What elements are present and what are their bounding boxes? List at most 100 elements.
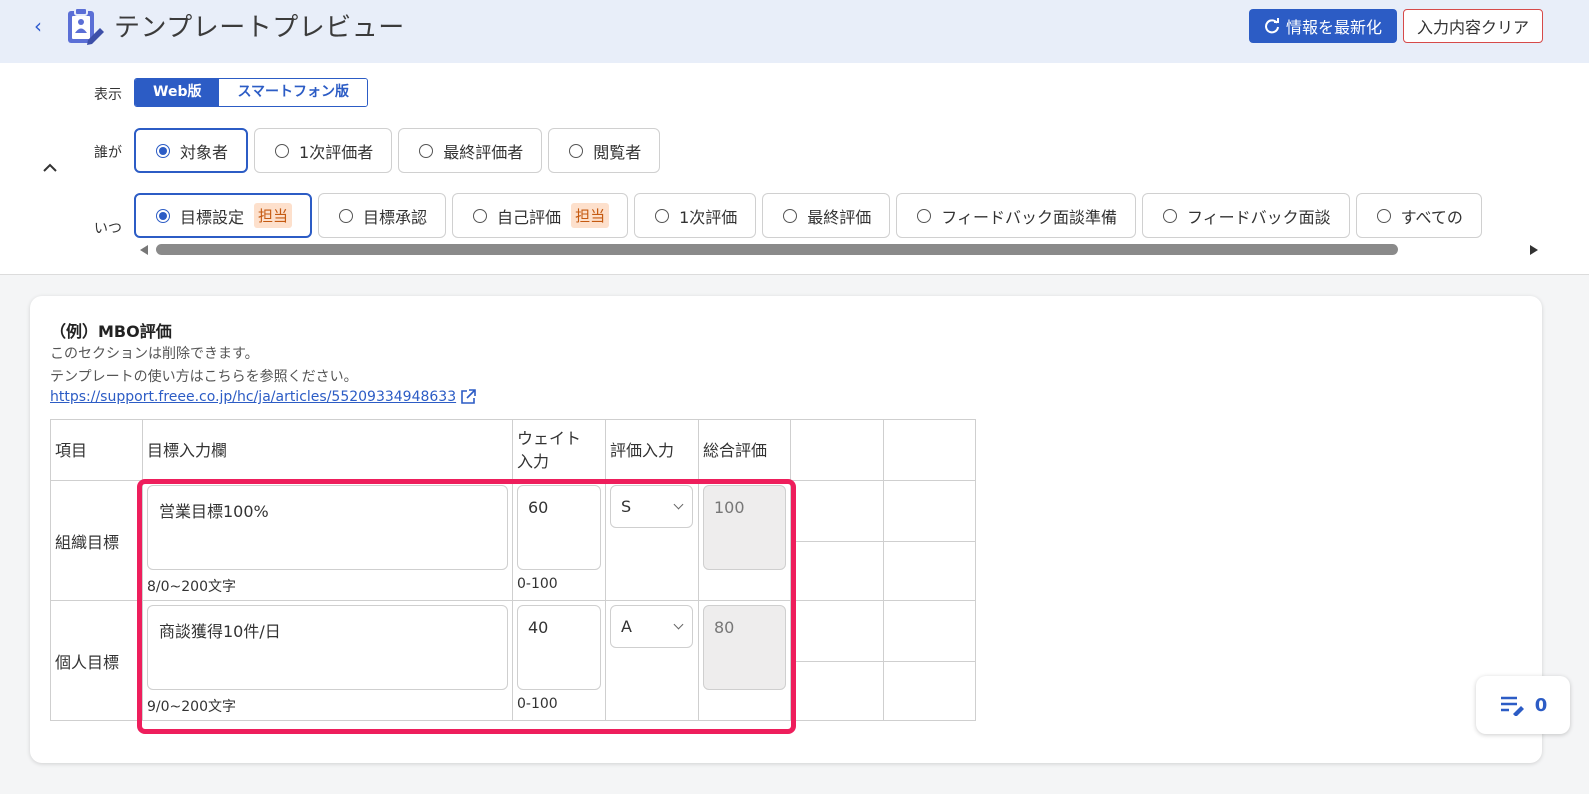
weight-cell: 60 0-100 — [512, 480, 606, 601]
weight-cell: 40 0-100 — [512, 600, 606, 721]
rating-select[interactable]: S — [610, 485, 693, 528]
row-item-label: 組織目標 — [50, 480, 143, 601]
who-option-first-evaluator[interactable]: 1次評価者 — [254, 128, 393, 173]
who-option-label: 対象者 — [180, 142, 229, 162]
support-link-text: https://support.freee.co.jp/hc/ja/articl… — [50, 389, 457, 405]
when-option-label: 目標設定 — [180, 207, 245, 227]
when-option-label: 最終評価 — [807, 207, 872, 227]
radio-icon — [655, 208, 670, 223]
horizontal-scrollbar[interactable] — [136, 243, 1542, 257]
display-label: 表示 — [94, 87, 122, 103]
refresh-button[interactable]: 情報を最新化 — [1249, 9, 1397, 43]
goal-cell: 営業目標100% 8/0~200文字 — [142, 480, 513, 601]
total-score: 80 — [703, 605, 786, 690]
when-scroll-area: 目標設定 担当 目標承認 自己評価 担当 1次評価 最終評価 フィードバック面談準備… — [134, 193, 1542, 241]
column-header: ウェイト 入力 — [512, 419, 606, 481]
weight-input[interactable]: 60 — [517, 485, 601, 570]
when-label: いつ — [94, 221, 122, 237]
empty-cell — [790, 600, 884, 721]
rating-cell: A — [605, 600, 699, 721]
when-option-all[interactable]: すべての — [1355, 193, 1482, 238]
row-item-label: 個人目標 — [50, 600, 143, 721]
when-option-first-evaluation[interactable]: 1次評価 — [634, 193, 757, 238]
goal-cell: 商談獲得10件/日 9/0~200文字 — [142, 600, 513, 721]
scroll-left-icon[interactable] — [140, 245, 148, 255]
radio-icon — [1376, 208, 1391, 223]
when-option-goal-setting[interactable]: 目標設定 担当 — [134, 193, 313, 238]
display-option-web[interactable]: Web版 — [135, 79, 220, 106]
when-option-label: フィードバック面談 — [1186, 207, 1331, 227]
who-option-viewer[interactable]: 閲覧者 — [548, 128, 661, 173]
when-option-label: 1次評価 — [679, 207, 738, 227]
goal-input[interactable]: 営業目標100% — [147, 485, 508, 570]
clipboard-edit-icon — [68, 7, 104, 45]
who-option-label: 1次評価者 — [299, 142, 374, 162]
radio-icon — [917, 208, 932, 223]
chevron-down-icon — [673, 499, 684, 510]
who-option-target[interactable]: 対象者 — [134, 128, 249, 173]
external-link-icon — [461, 389, 476, 404]
table-header-row: 項目 目標入力欄 ウェイト 入力 評価入力 総合評価 — [50, 419, 976, 481]
scroll-right-icon[interactable] — [1530, 245, 1538, 255]
assigned-tag: 担当 — [571, 203, 610, 228]
radio-checked-icon — [156, 143, 170, 158]
section-description: このセクションは削除できます。 — [50, 346, 259, 362]
clear-input-button[interactable]: 入力内容クリア — [1403, 9, 1543, 43]
comment-list-icon — [1500, 696, 1524, 716]
empty-cell — [790, 480, 884, 601]
column-header-empty — [790, 419, 884, 481]
radio-icon — [783, 208, 798, 223]
rating-select[interactable]: A — [610, 605, 693, 648]
total-score: 100 — [703, 485, 786, 570]
radio-icon — [275, 143, 290, 158]
goal-input[interactable]: 商談獲得10件/日 — [147, 605, 508, 690]
when-option-final-evaluation[interactable]: 最終評価 — [762, 193, 891, 238]
when-radio-group: 目標設定 担当 目標承認 自己評価 担当 1次評価 最終評価 フィードバック面談準備… — [134, 193, 1482, 238]
who-radio-group: 対象者 1次評価者 最終評価者 閲覧者 — [134, 128, 661, 173]
radio-icon — [569, 143, 584, 158]
radio-icon — [473, 208, 488, 223]
column-header: 評価入力 — [605, 419, 699, 481]
who-option-final-evaluator[interactable]: 最終評価者 — [398, 128, 543, 173]
weight-range: 0-100 — [517, 576, 558, 592]
column-header: 目標入力欄 — [142, 419, 513, 481]
section-card: （例）MBO評価 このセクションは削除できます。 テンプレートの使い方はこちらを… — [30, 296, 1542, 763]
table-row: 個人目標 商談獲得10件/日 9/0~200文字 40 0-100 A 80 — [50, 600, 976, 721]
chevron-up-icon[interactable] — [42, 158, 62, 178]
total-cell: 80 — [698, 600, 791, 721]
refresh-label: 情報を最新化 — [1285, 18, 1382, 37]
page-header: ‹ テンプレートプレビュー 情報を最新化 入力内容クリア — [0, 0, 1589, 63]
preview-controls: 表示 Web版 スマートフォン版 誰が 対象者 1次評価者 最終評価者 閲覧者 … — [0, 63, 1589, 275]
section-title: （例）MBO評価 — [50, 322, 172, 341]
when-option-label: 目標承認 — [363, 207, 428, 227]
when-option-feedback-prep[interactable]: フィードバック面談準備 — [896, 193, 1136, 238]
weight-range: 0-100 — [517, 696, 558, 712]
refresh-icon — [1265, 18, 1279, 34]
rating-value: A — [621, 617, 632, 636]
chevron-left-icon[interactable]: ‹ — [28, 14, 48, 38]
who-label: 誰が — [94, 145, 122, 161]
comment-count-button[interactable]: 0 — [1476, 676, 1570, 734]
column-header: 総合評価 — [698, 419, 791, 481]
when-option-self-evaluation[interactable]: 自己評価 担当 — [452, 193, 629, 238]
scroll-thumb[interactable] — [156, 244, 1398, 255]
section-description: テンプレートの使い方はこちらを参照ください。 — [50, 369, 358, 385]
header-line: 入力 — [517, 452, 550, 471]
comment-count: 0 — [1534, 694, 1548, 716]
rating-value: S — [621, 497, 632, 516]
when-option-label: フィードバック面談準備 — [941, 207, 1117, 227]
when-option-goal-approval[interactable]: 目標承認 — [318, 193, 447, 238]
radio-icon — [419, 143, 434, 158]
when-option-label: 自己評価 — [497, 207, 562, 227]
display-option-smartphone[interactable]: スマートフォン版 — [219, 79, 368, 106]
radio-icon — [339, 208, 354, 223]
weight-input[interactable]: 40 — [517, 605, 601, 690]
when-option-feedback-meeting[interactable]: フィードバック面談 — [1141, 193, 1350, 238]
who-option-label: 閲覧者 — [593, 142, 642, 162]
support-link[interactable]: https://support.freee.co.jp/hc/ja/articl… — [50, 388, 477, 406]
empty-cell — [883, 600, 976, 721]
radio-checked-icon — [156, 208, 170, 223]
header-line: ウェイト — [517, 429, 582, 448]
table-row: 組織目標 営業目標100% 8/0~200文字 60 0-100 S 100 — [50, 480, 976, 601]
chevron-down-icon — [673, 619, 684, 630]
